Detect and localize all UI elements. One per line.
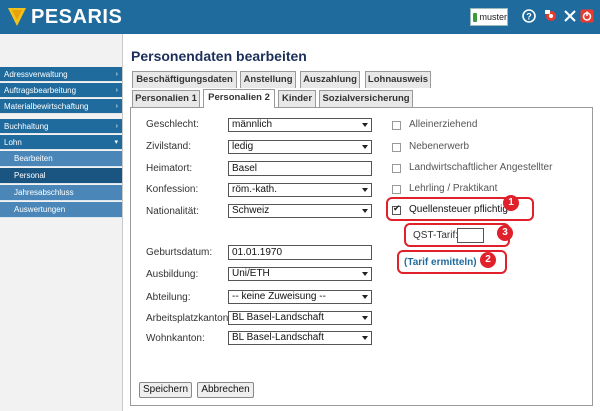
geschlecht-label: Geschlecht: bbox=[146, 119, 199, 130]
heimatort-label: Heimatort: bbox=[146, 163, 193, 174]
brand-name: PESARIS bbox=[31, 5, 123, 28]
chevron-right-icon: › bbox=[115, 87, 118, 94]
alleinerziehend-label: Alleinerziehend bbox=[409, 119, 478, 130]
svg-text:?: ? bbox=[526, 12, 532, 22]
step-badge-2: 2 bbox=[480, 252, 496, 268]
abteilung-value: -- keine Zuweisung -- bbox=[232, 291, 326, 302]
user-name: muster bbox=[479, 12, 507, 22]
lehrling-praktikant-checkbox[interactable] bbox=[392, 185, 401, 194]
arbeitsplatzkanton-label: Arbeitsplatzkanton: bbox=[146, 313, 232, 324]
ausbildung-value: Uni/ETH bbox=[232, 268, 270, 279]
nebenerwerb-label: Nebenerwerb bbox=[409, 141, 470, 152]
logout-icon[interactable] bbox=[580, 9, 594, 23]
wohnkanton-label: Wohnkanton: bbox=[146, 333, 205, 344]
callout-qst-tarif bbox=[404, 223, 510, 247]
zivilstand-value: ledig bbox=[232, 141, 254, 152]
sidebar-subitem-jahresabschluss[interactable]: Jahresabschluss bbox=[0, 185, 122, 201]
sidebar-item-buchhaltung[interactable]: Buchhaltung › bbox=[0, 119, 122, 134]
geburtsdatum-input[interactable]: 01.01.1970 bbox=[228, 245, 372, 260]
tab-personalien-2[interactable]: Personalien 2 bbox=[203, 89, 275, 108]
nationalitaet-label: Nationalität: bbox=[146, 206, 199, 217]
chevron-down-icon bbox=[362, 272, 368, 276]
sidebar-item-adressverwaltung[interactable]: Adressverwaltung › bbox=[0, 67, 122, 82]
chevron-right-icon: › bbox=[115, 123, 118, 130]
chevron-down-icon bbox=[362, 209, 368, 213]
step-badge-3: 3 bbox=[497, 225, 513, 241]
konfession-select[interactable]: röm.-kath. bbox=[228, 183, 372, 197]
geschlecht-select[interactable]: männlich bbox=[228, 118, 372, 132]
sidebar-item-lohn[interactable]: Lohn ▾ bbox=[0, 135, 122, 150]
save-button[interactable]: Speichern bbox=[139, 382, 192, 398]
sidebar-item-label: Buchhaltung bbox=[4, 122, 49, 131]
settings-icon[interactable] bbox=[544, 9, 558, 23]
konfession-label: Konfession: bbox=[146, 184, 199, 195]
chevron-down-icon bbox=[362, 316, 368, 320]
sidebar-subitem-label: Auswertungen bbox=[14, 205, 66, 214]
abteilung-select[interactable]: -- keine Zuweisung -- bbox=[228, 290, 372, 304]
chevron-down-icon bbox=[362, 188, 368, 192]
zivilstand-label: Zivilstand: bbox=[146, 141, 192, 152]
nationalitaet-select[interactable]: Schweiz bbox=[228, 204, 372, 218]
tab-beschaeftigungsdaten[interactable]: Beschäftigungsdaten bbox=[132, 71, 237, 88]
landwirtschaftlicher-angestellter-checkbox[interactable] bbox=[392, 164, 401, 173]
sidebar-subitem-personal[interactable]: Personal bbox=[0, 168, 122, 184]
sidebar-item-label: Materialbewirtschaftung bbox=[4, 102, 89, 111]
lehrling-praktikant-label: Lehrling / Praktikant bbox=[409, 183, 498, 194]
sidebar-subitem-bearbeiten[interactable]: Bearbeiten bbox=[0, 151, 122, 167]
sidebar-item-label: Lohn bbox=[4, 138, 22, 147]
pesaris-logo[interactable]: PESARIS bbox=[6, 5, 122, 29]
geschlecht-value: männlich bbox=[232, 119, 273, 130]
konfession-value: röm.-kath. bbox=[232, 184, 278, 195]
tab-personalien-1[interactable]: Personalien 1 bbox=[132, 90, 200, 107]
geburtsdatum-label: Geburtsdatum: bbox=[146, 247, 213, 258]
zivilstand-select[interactable]: ledig bbox=[228, 140, 372, 154]
nationalitaet-value: Schweiz bbox=[232, 205, 270, 216]
ausbildung-label: Ausbildung: bbox=[146, 269, 199, 280]
arbeitsplatzkanton-value: BL Basel-Landschaft bbox=[232, 312, 324, 323]
tab-kinder[interactable]: Kinder bbox=[278, 90, 316, 107]
tools-icon[interactable] bbox=[563, 9, 577, 23]
cancel-button[interactable]: Abbrechen bbox=[197, 382, 254, 398]
tab-lohnausweis[interactable]: Lohnausweis bbox=[365, 71, 431, 88]
sidebar-item-label: Adressverwaltung bbox=[4, 70, 68, 79]
top-bar: PESARIS muster ? bbox=[0, 0, 600, 34]
heimatort-input[interactable]: Basel bbox=[228, 161, 372, 176]
sidebar-subitem-label: Bearbeiten bbox=[14, 154, 53, 163]
abteilung-label: Abteilung: bbox=[146, 292, 191, 303]
chevron-down-icon: ▾ bbox=[114, 139, 118, 146]
chevron-down-icon bbox=[362, 295, 368, 299]
chevron-down-icon bbox=[362, 145, 368, 149]
help-icon[interactable]: ? bbox=[522, 9, 536, 23]
tab-sozialversicherung[interactable]: Sozialversicherung bbox=[319, 90, 413, 107]
wohnkanton-select[interactable]: BL Basel-Landschaft bbox=[228, 331, 372, 345]
sidebar-item-label: Auftragsbearbeitung bbox=[4, 86, 77, 95]
chevron-right-icon: › bbox=[115, 103, 118, 110]
sidebar-subitem-label: Jahresabschluss bbox=[14, 188, 74, 197]
wohnkanton-value: BL Basel-Landschaft bbox=[232, 332, 324, 343]
user-icon bbox=[473, 12, 478, 22]
sidebar-subitem-auswertungen[interactable]: Auswertungen bbox=[0, 202, 122, 218]
tab-anstellung[interactable]: Anstellung bbox=[240, 71, 296, 88]
sidebar: Adressverwaltung › Auftragsbearbeitung ›… bbox=[0, 34, 123, 411]
landwirtschaftlicher-angestellter-label: Landwirtschaftlicher Angestellter bbox=[409, 162, 553, 173]
logo-icon bbox=[8, 8, 26, 26]
alleinerziehend-checkbox[interactable] bbox=[392, 121, 401, 130]
user-box[interactable]: muster bbox=[470, 8, 508, 26]
sidebar-item-auftragsbearbeitung[interactable]: Auftragsbearbeitung › bbox=[0, 83, 122, 98]
arbeitsplatzkanton-select[interactable]: BL Basel-Landschaft bbox=[228, 311, 372, 325]
step-badge-1: 1 bbox=[503, 195, 519, 211]
ausbildung-select[interactable]: Uni/ETH bbox=[228, 267, 372, 281]
sidebar-item-materialbewirtschaftung[interactable]: Materialbewirtschaftung › bbox=[0, 99, 122, 114]
tab-auszahlung[interactable]: Auszahlung bbox=[300, 71, 360, 88]
page-title: Personendaten bearbeiten bbox=[131, 48, 307, 64]
nebenerwerb-checkbox[interactable] bbox=[392, 143, 401, 152]
chevron-right-icon: › bbox=[115, 71, 118, 78]
chevron-down-icon bbox=[362, 123, 368, 127]
chevron-down-icon bbox=[362, 336, 368, 340]
sidebar-subitem-label: Personal bbox=[14, 171, 46, 180]
